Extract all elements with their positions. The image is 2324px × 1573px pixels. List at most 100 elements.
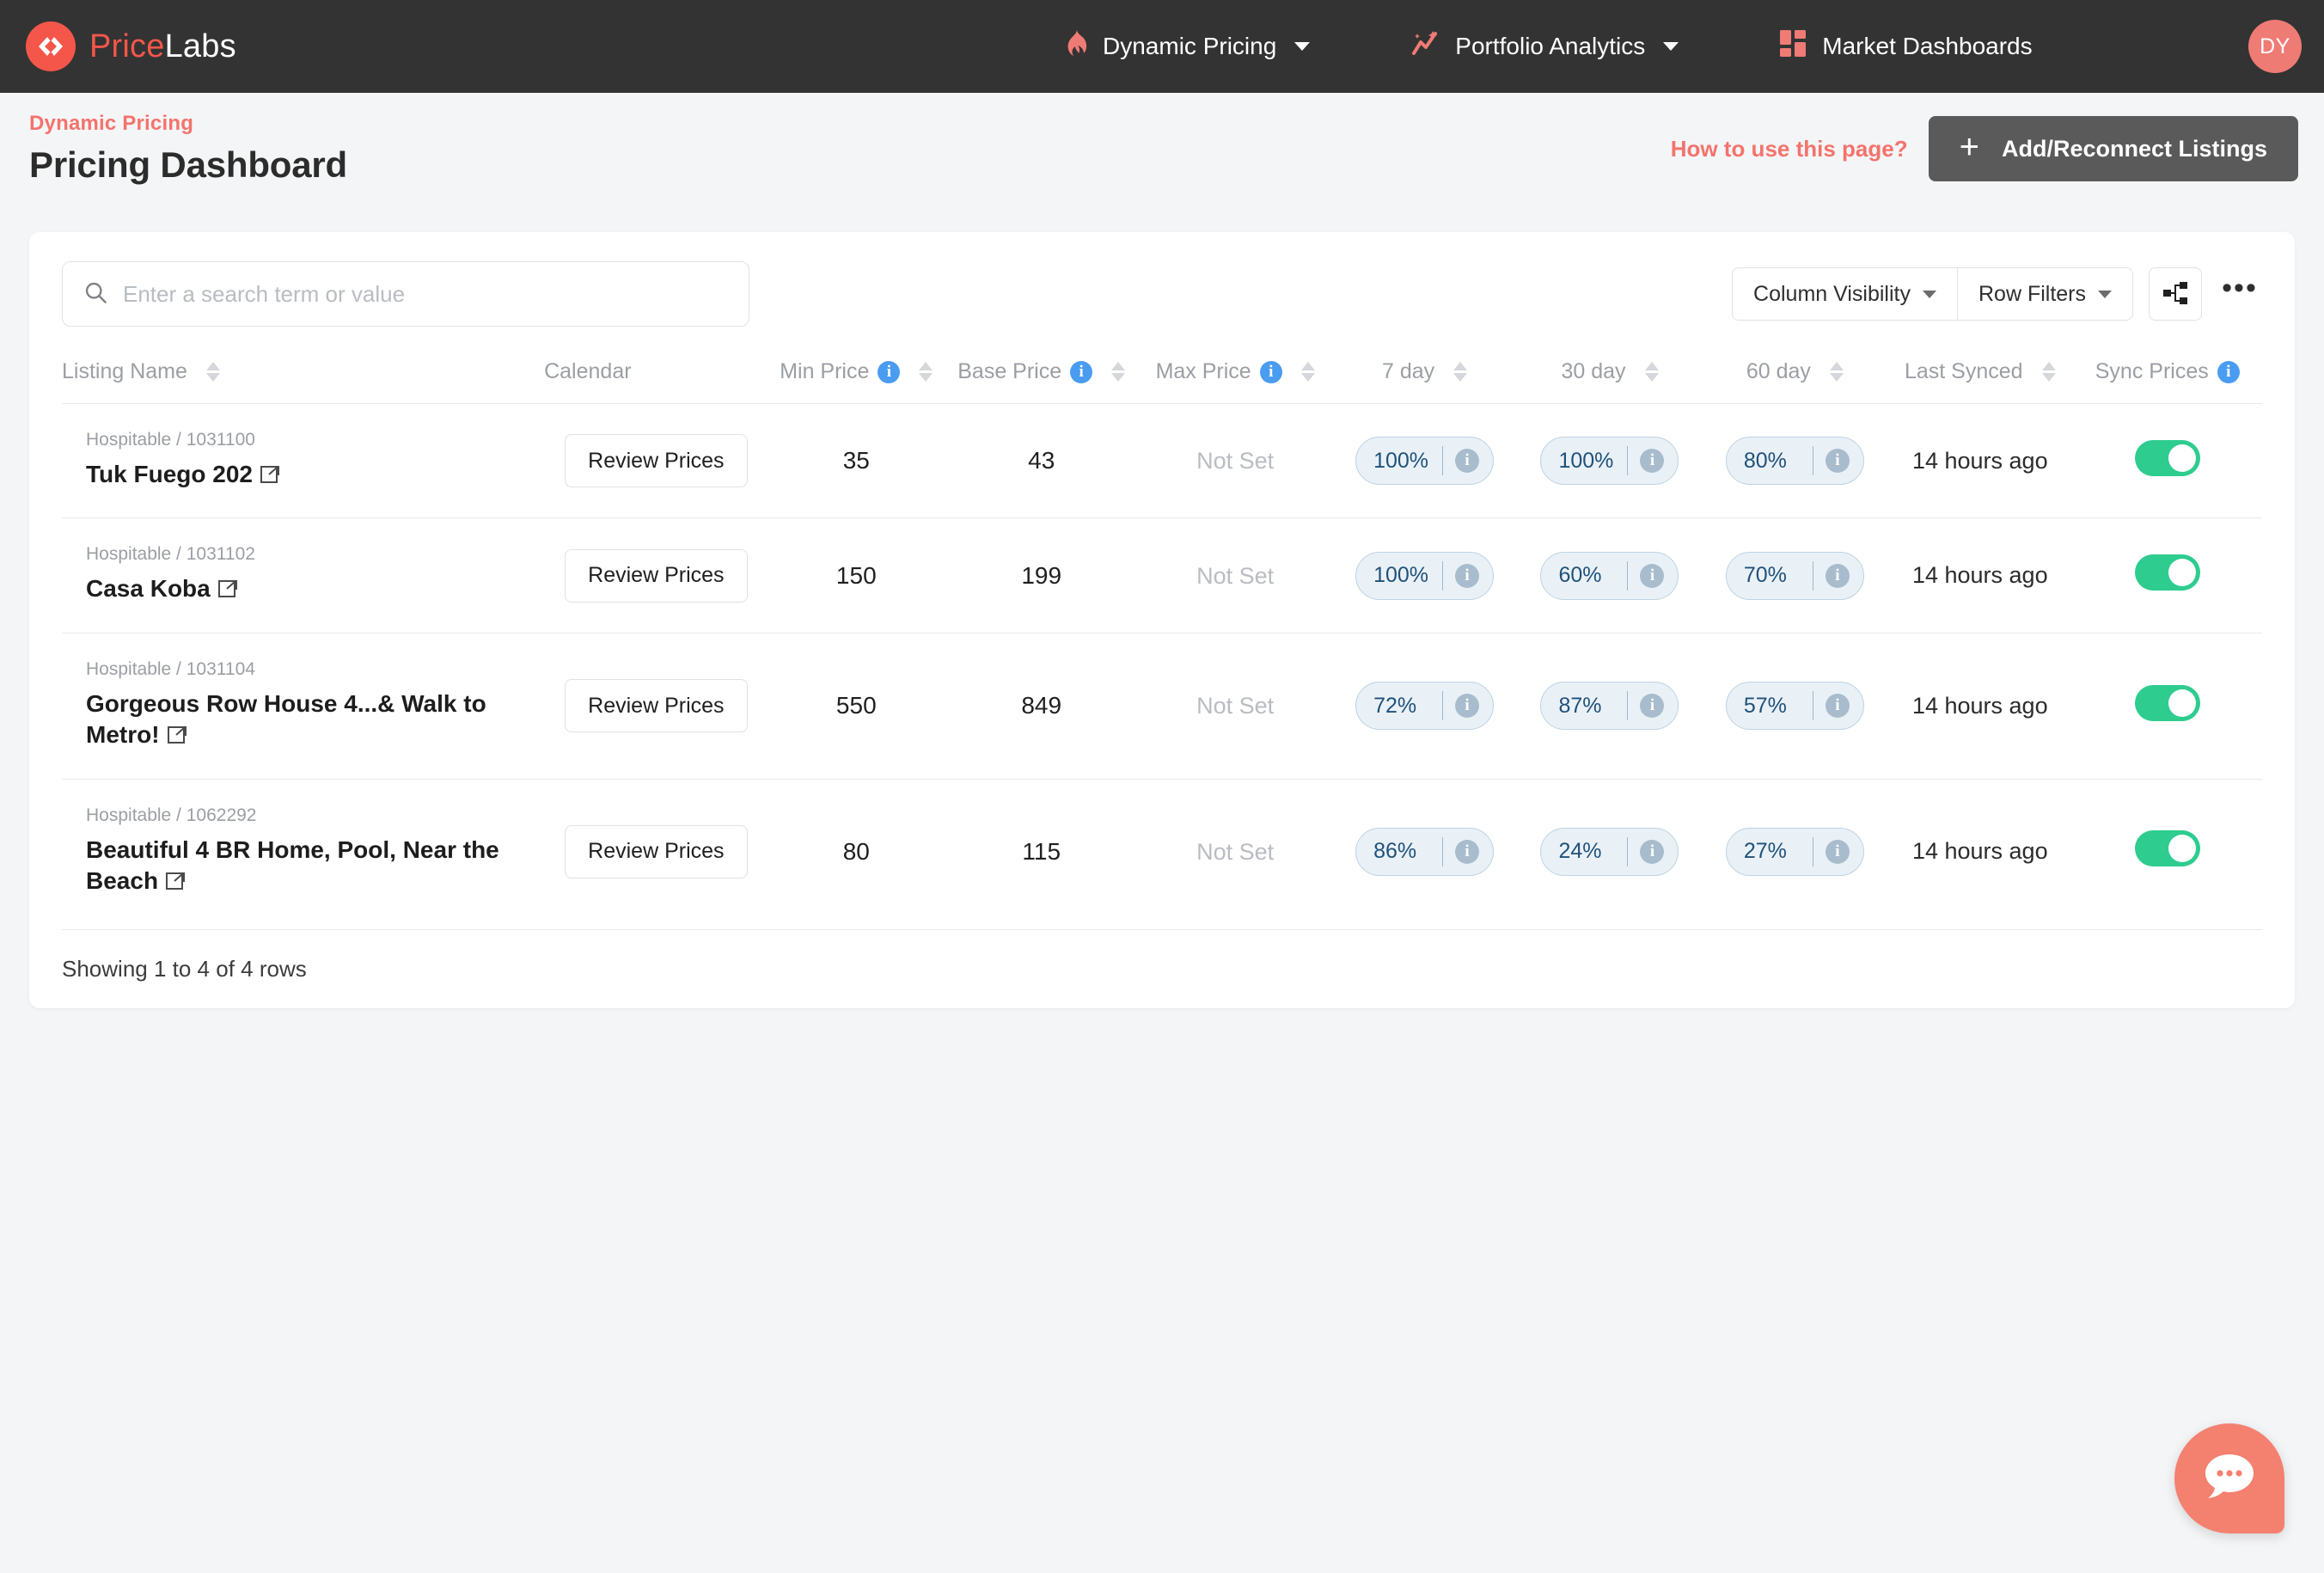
occupancy-value-30-day: 60% <box>1558 563 1602 588</box>
cell-max-price: Not Set <box>1196 693 1275 719</box>
occupancy-value-7-day: 72% <box>1373 693 1417 718</box>
cell-min-price: 550 <box>835 692 877 719</box>
search-box[interactable] <box>62 261 749 327</box>
search-input[interactable] <box>123 280 728 308</box>
nav-item-portfolio-analytics[interactable]: Portfolio Analytics <box>1411 29 1679 64</box>
column-header-min-price[interactable]: Min Price i <box>768 359 945 404</box>
occupancy-pill-60-day[interactable]: 27% i <box>1725 827 1864 876</box>
cell-base-price: 849 <box>1021 692 1062 719</box>
column-label-calendar: Calendar <box>544 359 632 383</box>
review-prices-button[interactable]: Review Prices <box>565 548 748 603</box>
review-prices-button[interactable]: Review Prices <box>565 679 748 733</box>
chevron-down-icon <box>1294 42 1311 51</box>
occupancy-pill-30-day[interactable]: 87% i <box>1540 682 1679 731</box>
occupancy-pill-60-day[interactable]: 70% i <box>1725 551 1864 600</box>
occupancy-pill-7-day[interactable]: 86% i <box>1355 827 1495 876</box>
info-icon[interactable]: i <box>1455 449 1480 474</box>
row-filters-button[interactable]: Row Filters <box>1957 267 2133 321</box>
more-options-button[interactable]: ••• <box>2217 267 2262 321</box>
external-link-icon[interactable] <box>260 461 280 492</box>
table-row: Hospitable / 1031102 Casa Koba Review Pr… <box>62 517 2262 633</box>
sort-toggle-7-day[interactable] <box>1453 362 1468 382</box>
review-prices-button[interactable]: Review Prices <box>565 824 748 878</box>
sort-toggle-min-price[interactable] <box>919 362 933 382</box>
info-icon[interactable]: i <box>1455 563 1480 588</box>
info-icon[interactable]: i <box>878 360 901 383</box>
occupancy-pill-60-day[interactable]: 57% i <box>1725 682 1864 731</box>
review-prices-button[interactable]: Review Prices <box>565 434 748 488</box>
column-visibility-button[interactable]: Column Visibility <box>1732 267 1958 321</box>
brand-logo[interactable]: PriceLabs <box>26 21 236 71</box>
sort-toggle-max-price[interactable] <box>1300 362 1315 382</box>
occupancy-pill-30-day[interactable]: 24% i <box>1540 827 1679 876</box>
occupancy-pill-30-day[interactable]: 60% i <box>1540 551 1679 600</box>
info-icon[interactable]: i <box>1455 694 1480 719</box>
info-icon[interactable]: i <box>1640 563 1665 588</box>
primary-nav-items: Dynamic Pricing Portfolio Analytics Mark… <box>1066 28 2033 64</box>
column-label-60-day: 60 day <box>1746 359 1811 383</box>
column-header-base-price[interactable]: Base Price i <box>945 359 1138 404</box>
occupancy-pill-30-day[interactable]: 100% i <box>1540 437 1679 486</box>
sort-toggle-30-day[interactable] <box>1644 362 1659 382</box>
info-icon[interactable]: i <box>1640 694 1665 719</box>
flame-icon <box>1066 28 1088 64</box>
info-icon[interactable]: i <box>1825 694 1850 719</box>
column-label-min-price: Min Price <box>780 359 870 383</box>
add-reconnect-listings-button[interactable]: + Add/Reconnect Listings <box>1928 116 2298 181</box>
sort-toggle-listing-name[interactable] <box>205 362 220 382</box>
cell-sync-prices <box>2072 404 2262 518</box>
page-header-actions: How to use this page? + Add/Reconnect Li… <box>1671 116 2298 181</box>
external-link-icon[interactable] <box>167 721 187 752</box>
nav-item-market-dashboards[interactable]: Market Dashboards <box>1780 29 2033 64</box>
info-icon[interactable]: i <box>1825 449 1850 474</box>
row-filters-label: Row Filters <box>1978 281 2086 306</box>
cell-60-day: 57% i <box>1703 633 1887 779</box>
column-header-last-synced[interactable]: Last Synced <box>1887 359 2072 404</box>
occupancy-pill-60-day[interactable]: 80% i <box>1725 437 1864 486</box>
sort-toggle-last-synced[interactable] <box>2041 362 2056 382</box>
listing-title[interactable]: Beautiful 4 BR Home, Pool, Near the Beac… <box>86 835 527 899</box>
occupancy-pill-7-day[interactable]: 100% i <box>1355 551 1495 600</box>
table-row: Hospitable / 1062292 Beautiful 4 BR Home… <box>62 779 2262 924</box>
cell-7-day: 100% i <box>1332 404 1517 518</box>
sort-toggle-base-price[interactable] <box>1111 362 1126 382</box>
occupancy-value-7-day: 100% <box>1373 448 1429 473</box>
info-icon[interactable]: i <box>1640 449 1665 474</box>
sync-prices-toggle[interactable] <box>2134 684 2200 721</box>
column-header-7-day[interactable]: 7 day <box>1332 359 1517 404</box>
sync-prices-toggle[interactable] <box>2134 554 2200 591</box>
info-icon[interactable]: i <box>2217 360 2240 383</box>
info-icon[interactable]: i <box>1640 839 1665 864</box>
occupancy-value-7-day: 86% <box>1373 839 1417 864</box>
column-header-listing-name[interactable]: Listing Name <box>62 359 544 404</box>
info-icon[interactable]: i <box>1259 360 1282 383</box>
toolbar-button-group: Column Visibility Row Filters <box>1732 267 2133 321</box>
info-icon[interactable]: i <box>1825 563 1850 588</box>
avatar[interactable]: DY <box>2248 20 2302 73</box>
external-link-icon[interactable] <box>165 867 186 898</box>
chat-support-button[interactable] <box>2174 1423 2284 1533</box>
info-icon[interactable]: i <box>1070 360 1093 383</box>
column-header-max-price[interactable]: Max Price i <box>1138 359 1331 404</box>
listing-title[interactable]: Casa Koba <box>86 573 527 606</box>
column-header-60-day[interactable]: 60 day <box>1703 359 1887 404</box>
how-to-use-link[interactable]: How to use this page? <box>1671 136 1908 162</box>
sync-prices-toggle[interactable] <box>2134 830 2200 867</box>
listing-title[interactable]: Tuk Fuego 202 <box>86 459 527 492</box>
external-link-icon[interactable] <box>217 575 238 606</box>
share-button[interactable] <box>2149 267 2202 321</box>
listing-title[interactable]: Gorgeous Row House 4...& Walk to Metro! <box>86 689 527 753</box>
chat-bubble-icon <box>2202 1451 2257 1507</box>
sort-toggle-60-day[interactable] <box>1829 362 1844 382</box>
info-icon[interactable]: i <box>1825 839 1850 864</box>
cell-listing-name: Hospitable / 1031102 Casa Koba <box>62 518 544 633</box>
column-header-30-day[interactable]: 30 day <box>1517 359 1702 404</box>
occupancy-value-60-day: 57% <box>1743 693 1787 718</box>
search-icon <box>83 280 107 309</box>
occupancy-pill-7-day[interactable]: 72% i <box>1355 682 1495 731</box>
info-icon[interactable]: i <box>1455 839 1480 864</box>
cell-30-day: 87% i <box>1517 633 1702 779</box>
nav-item-dynamic-pricing[interactable]: Dynamic Pricing <box>1066 28 1311 64</box>
occupancy-pill-7-day[interactable]: 100% i <box>1355 437 1495 486</box>
sync-prices-toggle[interactable] <box>2134 439 2200 476</box>
